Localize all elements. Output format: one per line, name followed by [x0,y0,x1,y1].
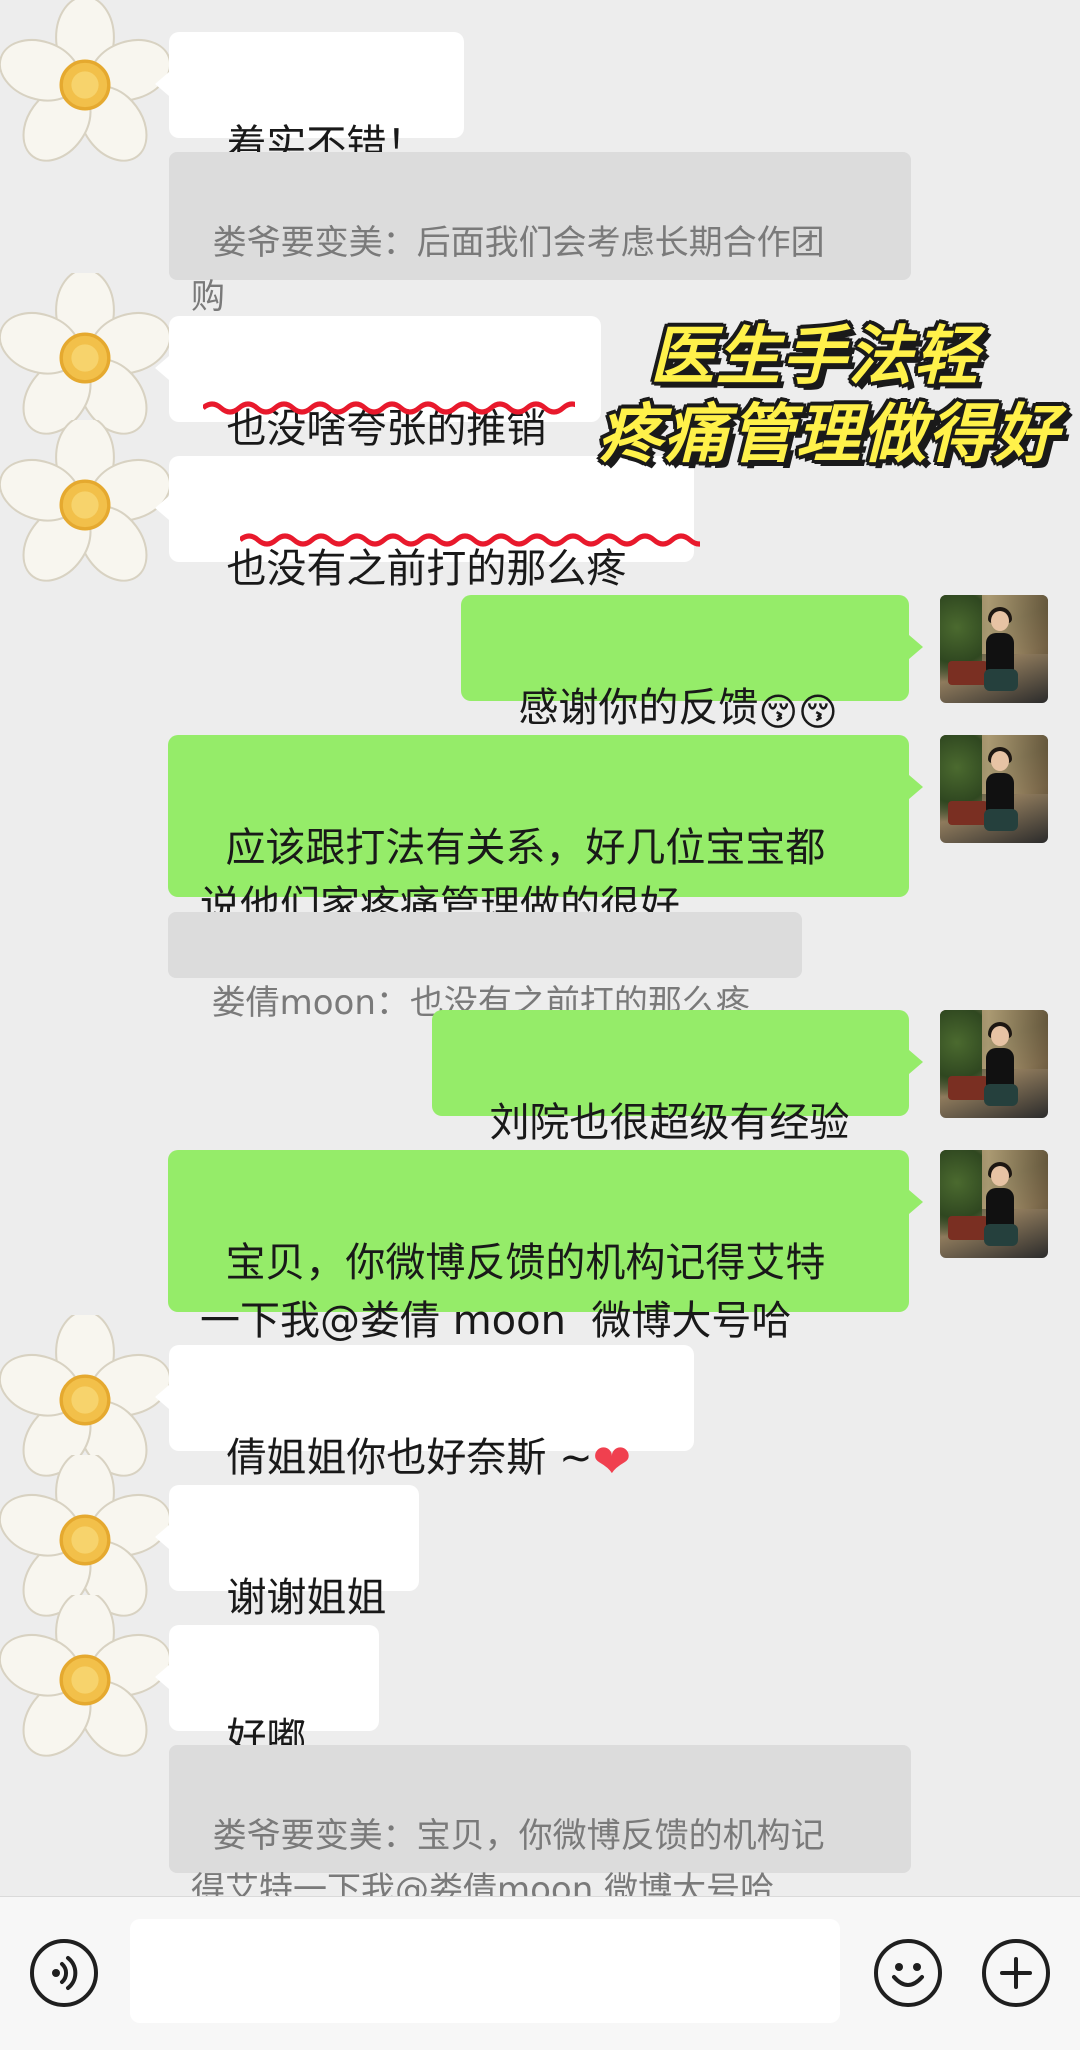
wavy-underline [240,533,700,547]
message-bubble[interactable]: 谢谢姐姐 [155,1485,419,1621]
message-bubble[interactable]: 感谢你的反馈😚😚 [461,595,923,731]
caption-line: 医生手法轻 [650,320,980,394]
quoted-message[interactable]: 娄爷要变美：宝贝，你微博反馈的机构记 得艾特一下我@娄倩moon 微博大号哈 [169,1745,911,1910]
message-bubble[interactable]: 应该跟打法有关系，好几位宝宝都 说他们家疼痛管理做的很好 [168,735,923,929]
quoted-message[interactable]: 娄爷要变美：后面我们会考虑长期合作团 购 [169,152,911,317]
caption-line: 疼痛管理做得好 [598,398,1060,472]
quoted-text: 娄爷要变美：后面我们会考虑长期合作团 购 [191,223,825,317]
message-bubble[interactable]: 刘院也很超级有经验 [432,1010,923,1146]
message-text: 宝贝，你微博反馈的机构记得艾特 一下我@娄倩 moon 微博大号哈 [200,1240,826,1344]
message-text: 谢谢姐姐 [226,1575,387,1621]
message-text: 也没有之前打的那么疼 [226,546,627,592]
heart-icon: ❤ [592,1434,632,1488]
message-bubble[interactable]: 宝贝，你微博反馈的机构记得艾特 一下我@娄倩 moon 微博大号哈 [168,1150,923,1344]
quoted-message[interactable]: 娄倩moon：也没有之前打的那么疼 [168,912,802,1023]
avatar[interactable] [0,0,170,170]
message-bubble[interactable]: 好嘟🤗 [155,1625,379,1819]
avatar[interactable] [940,735,1048,843]
overlay-caption: 医生手法轻 疼痛管理做得好 [560,318,1060,474]
avatar[interactable] [940,1010,1048,1118]
message-input[interactable] [130,1919,840,2023]
message-bubble[interactable]: 着实不错！ [155,32,464,168]
plus-icon[interactable] [982,1939,1050,2007]
emoji-icon[interactable] [874,1939,942,2007]
wavy-underline [203,401,575,415]
kiss-emoji-icon: 😚 [798,690,838,734]
message-text: 刘院也很超级有经验 [489,1100,850,1146]
avatar[interactable] [940,595,1048,703]
avatar[interactable] [0,273,170,443]
avatar[interactable] [0,1595,170,1765]
avatar[interactable] [940,1150,1048,1258]
kiss-emoji-icon: 😚 [758,690,799,734]
message-bubble[interactable]: 倩姐姐你也好奈斯 ~❤ [155,1345,694,1488]
message-text: 感谢你的反馈 [518,685,759,731]
voice-icon[interactable] [30,1939,98,2007]
message-text: 倩姐姐你也好奈斯 ~ [226,1435,593,1481]
input-bar [0,1896,1080,2050]
avatar[interactable] [0,420,170,590]
